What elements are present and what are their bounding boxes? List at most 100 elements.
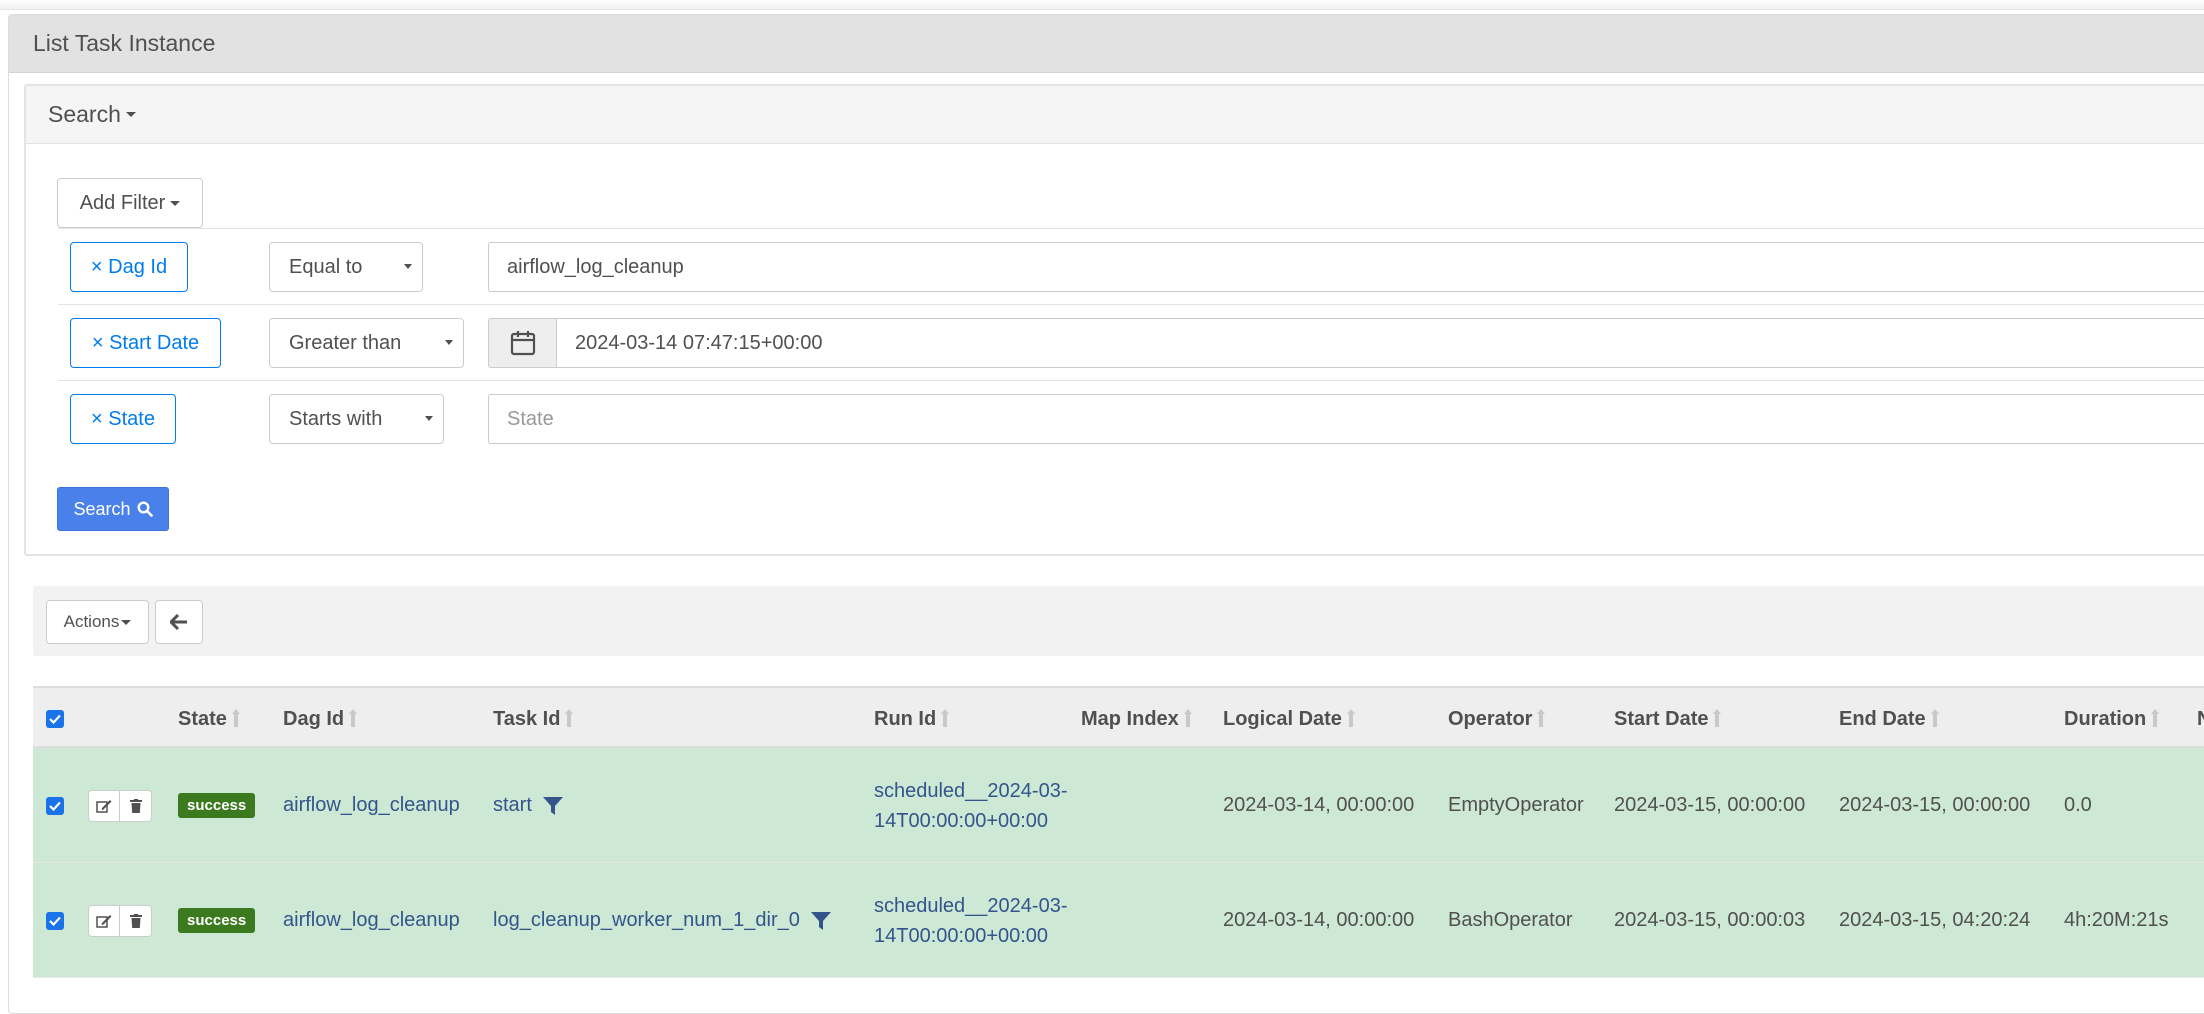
column-label: Run Id [874,707,937,730]
sort-icon [231,709,240,729]
caret-down-icon [125,112,136,117]
dropdown-arrow-icon [425,416,433,421]
edit-icon [96,799,112,813]
start-date-cell: 2024-03-15, 00:00:00 [1614,794,1806,816]
remove-filter-dag-id-button[interactable]: × Dag Id [70,242,188,292]
task-id-link[interactable]: start [493,794,532,817]
filter-value-state-input[interactable]: State [488,394,2204,444]
column-header-duration[interactable]: Duration [2064,688,2160,750]
filter-icon[interactable] [810,910,832,932]
task-id-link[interactable]: log_cleanup_worker_num_1_dir_0 [493,909,800,932]
column-label: Task Id [493,707,561,730]
sort-icon [565,709,574,729]
filter-operator-state-select[interactable]: Starts with [269,394,444,444]
delete-record-button[interactable] [120,789,152,822]
page-title: List Task Instance [9,15,2204,73]
edit-icon [96,914,112,928]
operator-cell: BashOperator [1448,909,1573,931]
table-row: success airflow_log_cleanup log_cleanup_… [33,863,2204,978]
filter-operator-label: Greater than [289,331,402,354]
filter-icon[interactable] [542,795,564,817]
column-header-dag-id[interactable]: Dag Id [283,688,358,750]
actions-dropdown-button[interactable]: Actions [46,600,149,644]
column-label: Map Index [1081,707,1179,730]
run-id-link[interactable]: scheduled__2024-03-14T00:00:00+00:00 [874,863,1074,978]
duration-cell: 0.0 [2064,794,2092,816]
actions-label: Actions [63,612,120,631]
browser-top-strip [0,0,2204,10]
dropdown-arrow-icon [404,264,412,269]
filter-value-start-date-input[interactable]: 2024-03-14 07:47:15+00:00 [556,318,2204,368]
search-icon [137,501,153,517]
calendar-icon [510,331,535,356]
status-badge: success [178,908,256,933]
edit-record-button[interactable] [88,904,120,937]
add-filter-label: Add Filter [79,191,166,214]
row-actions [88,863,152,978]
state-cell: success [178,863,256,978]
sort-icon [941,709,950,729]
arrow-left-icon [170,614,187,630]
start-date-cell: 2024-03-15, 00:00:03 [1614,909,1806,931]
column-header-next[interactable]: N [2197,688,2204,750]
sort-icon [1930,709,1939,729]
column-header-state[interactable]: State [178,688,240,750]
edit-record-button[interactable] [88,789,120,822]
filter-value-dag-id-input[interactable]: airflow_log_cleanup [488,242,2204,292]
column-label: Dag Id [283,707,345,730]
calendar-button[interactable] [488,318,556,368]
task-instance-table: State Dag Id Task Id Run Id Map Index Lo… [33,686,2204,978]
column-header-end-date[interactable]: End Date [1839,688,1939,750]
filter-operator-label: Equal to [289,255,363,278]
table-header: State Dag Id Task Id Run Id Map Index Lo… [33,686,2204,748]
search-toggle-label: Search [48,101,121,127]
row-checkbox[interactable] [46,863,64,978]
actions-toolbar [33,586,2204,656]
checkbox-checked-icon [46,911,64,930]
search-submit-label: Search [73,498,131,519]
dropdown-arrow-icon [445,340,453,345]
column-header-task-id[interactable]: Task Id [493,688,574,750]
column-header-operator[interactable]: Operator [1448,688,1546,750]
row-actions [88,748,152,863]
column-header-run-id[interactable]: Run Id [874,688,950,750]
end-date-cell: 2024-03-15, 04:20:24 [1839,909,2031,931]
caret-down-icon [170,200,181,206]
search-submit-button[interactable]: Search [57,487,169,531]
trash-icon [129,913,142,928]
logical-date-cell: 2024-03-14, 00:00:00 [1223,909,1415,931]
search-toggle[interactable]: Search [26,86,2204,144]
row-checkbox[interactable] [46,748,64,863]
run-id-link[interactable]: scheduled__2024-03-14T00:00:00+00:00 [874,748,1074,863]
dag-id-link[interactable]: airflow_log_cleanup [283,863,460,978]
dag-id-link[interactable]: airflow_log_cleanup [283,748,460,863]
sort-icon [1183,709,1192,729]
table-row: success airflow_log_cleanup start schedu… [33,748,2204,863]
remove-filter-start-date-button[interactable]: × Start Date [70,318,221,368]
checkbox-checked-icon [46,710,64,728]
remove-filter-state-button[interactable]: × State [70,394,176,444]
trash-icon [129,798,142,813]
column-label: Operator [1448,707,1533,730]
status-badge: success [178,793,256,818]
sort-icon [1346,709,1355,729]
column-header-start-date[interactable]: Start Date [1614,688,1722,750]
end-date-cell: 2024-03-15, 00:00:00 [1839,794,2031,816]
sort-icon [1537,709,1546,729]
filter-operator-label: Starts with [289,407,383,430]
duration-cell: 4h:20M:21s [2064,909,2169,931]
checkbox-checked-icon [46,796,64,815]
column-label: Duration [2064,707,2147,730]
add-filter-button[interactable]: Add Filter [57,178,203,228]
logical-date-cell: 2024-03-14, 00:00:00 [1223,794,1415,816]
column-header-logical-date[interactable]: Logical Date [1223,688,1355,750]
delete-record-button[interactable] [120,904,152,937]
column-label: Start Date [1614,707,1709,730]
filter-operator-dag-id-select[interactable]: Equal to [269,242,423,292]
select-all-checkbox[interactable] [46,688,64,750]
column-label: Logical Date [1223,707,1342,730]
sort-icon [2151,709,2160,729]
back-button[interactable] [155,600,203,644]
column-header-map-index[interactable]: Map Index [1081,688,1192,750]
filter-operator-start-date-select[interactable]: Greater than [269,318,464,368]
